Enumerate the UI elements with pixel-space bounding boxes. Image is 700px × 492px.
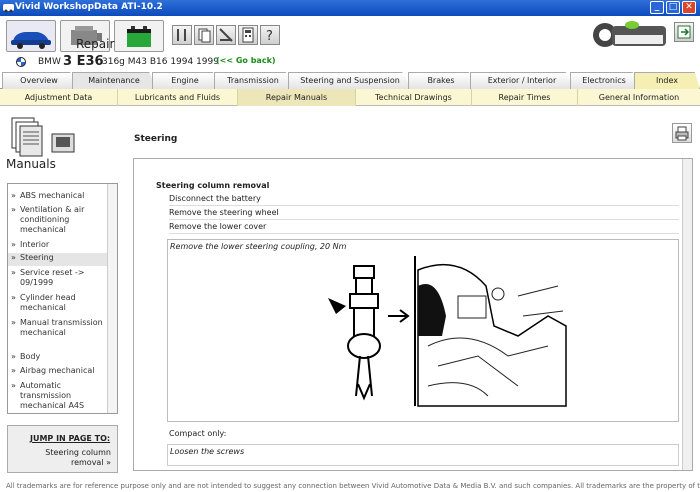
figure-box: Remove the lower steering coupling, 20 N… bbox=[167, 239, 679, 422]
wrench-icon bbox=[177, 29, 186, 41]
repair-category-list: » ABS mechanical » Ventilation & air condi… bbox=[7, 183, 118, 414]
subtab-repair-manuals[interactable]: Repair Manuals bbox=[238, 89, 356, 106]
step-item: Remove the lower cover bbox=[169, 220, 679, 234]
battery-icon bbox=[127, 26, 151, 47]
tab-transmission[interactable]: Transmission bbox=[214, 72, 292, 89]
battery-button[interactable] bbox=[114, 20, 164, 52]
sub-tabs: Adjustment Data Lubricants and Fluids Re… bbox=[0, 89, 700, 106]
repair-content: Steering column removal Disconnect the b… bbox=[133, 158, 693, 471]
app-icon bbox=[3, 4, 14, 13]
print-button[interactable] bbox=[672, 123, 692, 143]
compact-note: Compact only: bbox=[169, 429, 227, 438]
edit-button[interactable] bbox=[216, 25, 236, 45]
jump-in-page-box: JUMP IN PAGE TO: Steering column removal… bbox=[7, 425, 118, 473]
svg-text:?: ? bbox=[266, 29, 273, 44]
documents-icon bbox=[198, 28, 211, 43]
subtab-technical-drawings[interactable]: Technical Drawings bbox=[356, 89, 472, 106]
jump-header: JUMP IN PAGE TO: bbox=[30, 434, 111, 443]
tab-electronics[interactable]: Electronics bbox=[570, 72, 638, 89]
printer-icon bbox=[675, 126, 689, 141]
jump-link[interactable]: Steering column removal » bbox=[15, 448, 111, 468]
footer-disclaimer: All trademarks are for reference purpose… bbox=[6, 482, 700, 490]
car-icon bbox=[11, 32, 51, 49]
subtab-general-information[interactable]: General Information bbox=[578, 89, 700, 106]
panel-title-manuals: Manuals bbox=[6, 157, 56, 171]
workshopdata-logo bbox=[593, 21, 666, 47]
list-scrollbar[interactable] bbox=[107, 184, 117, 413]
panel-title-repair: Repair bbox=[76, 37, 115, 51]
vehicle-info-bar: BMW 3 E36 316g M43 B16 1994 1999 (<< Go … bbox=[0, 54, 700, 72]
calculator-icon bbox=[242, 27, 254, 43]
exit-app-button[interactable] bbox=[674, 22, 694, 42]
step-item: Disconnect the battery bbox=[169, 192, 679, 206]
main-tabs: Overview Maintenance Engine Transmission… bbox=[0, 72, 700, 89]
calculator-button[interactable] bbox=[238, 25, 258, 45]
subtab-adjustment-data[interactable]: Adjustment Data bbox=[0, 89, 118, 106]
go-back-link[interactable]: (<< Go back) bbox=[216, 56, 276, 65]
window-title: Vivid WorkshopData ATI-10.2 bbox=[15, 2, 163, 12]
figure-caption: Remove the lower steering coupling, 20 N… bbox=[170, 242, 347, 251]
tab-exterior-interior[interactable]: Exterior / Interior bbox=[470, 72, 574, 89]
vehicle-model: 3 E36 bbox=[63, 54, 104, 69]
tab-steering-suspension[interactable]: Steering and Suspension bbox=[288, 72, 412, 89]
vehicle-make: BMW bbox=[38, 57, 61, 67]
documents-button[interactable] bbox=[194, 25, 214, 45]
steering-coupling-illustration bbox=[328, 256, 567, 407]
tab-index[interactable]: Index bbox=[634, 72, 700, 89]
tools-button[interactable] bbox=[172, 25, 192, 45]
step-item: Remove the steering wheel bbox=[169, 206, 679, 220]
subtab-lubricants[interactable]: Lubricants and Fluids bbox=[118, 89, 238, 106]
list-item-selected[interactable]: » Steering bbox=[8, 253, 108, 266]
close-button[interactable]: ✕ bbox=[682, 1, 696, 14]
bmw-logo-icon bbox=[16, 57, 26, 67]
title-bar: Vivid WorkshopData ATI-10.2 _ □ ✕ bbox=[0, 0, 700, 16]
instruction-box: Loosen the screws bbox=[167, 444, 679, 466]
tab-engine[interactable]: Engine bbox=[152, 72, 218, 89]
tab-brakes[interactable]: Brakes bbox=[408, 72, 474, 89]
section-heading: Steering column removal bbox=[156, 181, 270, 190]
tab-maintenance[interactable]: Maintenance bbox=[72, 72, 156, 89]
tab-overview[interactable]: Overview bbox=[2, 72, 76, 89]
content-scrollbar[interactable] bbox=[682, 159, 692, 470]
page-title: Steering bbox=[134, 134, 178, 144]
exit-icon bbox=[677, 25, 691, 39]
maximize-button[interactable]: □ bbox=[666, 1, 680, 14]
help-button[interactable]: ? bbox=[260, 25, 280, 45]
subtab-repair-times[interactable]: Repair Times bbox=[472, 89, 578, 106]
edit-icon bbox=[219, 28, 233, 42]
vehicle-details: 316g M43 B16 1994 1999 bbox=[102, 57, 219, 67]
help-icon: ? bbox=[266, 29, 273, 44]
car-select-button[interactable] bbox=[6, 20, 56, 52]
minimize-button[interactable]: _ bbox=[650, 1, 664, 14]
